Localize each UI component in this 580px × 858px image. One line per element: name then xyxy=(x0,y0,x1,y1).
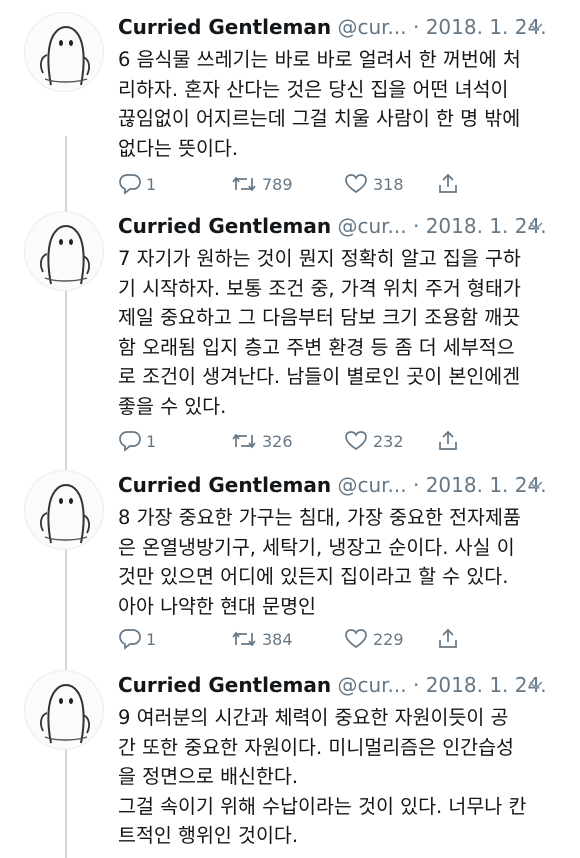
chevron-down-icon[interactable] xyxy=(528,14,544,44)
tweet-9[interactable]: Curried Gentleman @cur... · 2018. 1. 24.… xyxy=(0,670,580,858)
tweet-header: Curried Gentleman @cur... · 2018. 1. 24. xyxy=(118,470,560,500)
separator-dot: · xyxy=(412,214,420,238)
tweet-header: Curried Gentleman @cur... · 2018. 1. 24. xyxy=(118,211,560,241)
separator-dot: · xyxy=(412,473,420,497)
ghost-avatar-icon xyxy=(40,26,90,86)
author-handle[interactable]: @cur... xyxy=(337,15,406,39)
heart-icon xyxy=(345,174,367,194)
ghost-avatar-icon xyxy=(40,684,90,744)
like-button[interactable]: 232 xyxy=(343,427,404,455)
tweet-header: Curried Gentleman @cur... · 2018. 1. 24. xyxy=(118,670,560,700)
reply-icon xyxy=(119,431,141,452)
share-icon xyxy=(439,628,457,648)
reply-button[interactable]: 1 xyxy=(118,170,156,198)
share-icon xyxy=(439,430,457,450)
author-name[interactable]: Curried Gentleman xyxy=(118,15,331,39)
reply-icon xyxy=(119,629,141,650)
separator-dot: · xyxy=(412,673,420,697)
ghost-avatar-icon xyxy=(40,484,90,544)
share-button[interactable] xyxy=(436,427,464,455)
retweet-button[interactable]: 326 xyxy=(230,427,293,455)
author-handle[interactable]: @cur... xyxy=(337,214,406,238)
author-name[interactable]: Curried Gentleman xyxy=(118,214,331,238)
retweet-icon xyxy=(232,176,256,192)
heart-icon xyxy=(345,629,367,649)
heart-icon xyxy=(345,431,367,451)
tweet-header: Curried Gentleman @cur... · 2018. 1. 24. xyxy=(118,12,560,42)
retweet-icon xyxy=(232,433,256,449)
tweet-actions: 1 384 229 xyxy=(118,625,558,653)
reply-button[interactable]: 1 xyxy=(118,427,156,455)
share-button[interactable] xyxy=(436,625,464,653)
retweet-icon xyxy=(232,631,256,647)
author-handle[interactable]: @cur... xyxy=(337,673,406,697)
chevron-down-icon[interactable] xyxy=(528,672,544,702)
share-button[interactable] xyxy=(436,170,464,198)
avatar[interactable] xyxy=(24,670,104,750)
retweet-count: 326 xyxy=(262,431,293,451)
avatar[interactable] xyxy=(24,211,104,291)
tweet-8[interactable]: Curried Gentleman @cur... · 2018. 1. 24.… xyxy=(0,470,580,660)
tweet-text: 6 음식물 쓰레기는 바로 바로 얼려서 한 꺼번에 처 리하자. 혼자 산다는… xyxy=(118,48,521,160)
reply-icon xyxy=(119,174,141,195)
tweet-text: 7 자기가 원하는 것이 뭔지 정확히 알고 집을 구하 기 시작하자. 보통 … xyxy=(118,247,521,418)
author-handle[interactable]: @cur... xyxy=(337,473,406,497)
like-button[interactable]: 318 xyxy=(343,170,404,198)
author-name[interactable]: Curried Gentleman xyxy=(118,473,331,497)
tweet-actions: 1 789 318 xyxy=(118,170,558,198)
reply-count: 1 xyxy=(146,174,157,194)
chevron-down-icon[interactable] xyxy=(528,213,544,243)
avatar[interactable] xyxy=(24,12,104,92)
separator-dot: · xyxy=(412,15,420,39)
avatar[interactable] xyxy=(24,470,104,550)
retweet-button[interactable]: 789 xyxy=(230,170,293,198)
tweet-7[interactable]: Curried Gentleman @cur... · 2018. 1. 24.… xyxy=(0,211,580,461)
like-count: 229 xyxy=(373,629,404,649)
ghost-avatar-icon xyxy=(40,225,90,285)
retweet-count: 789 xyxy=(262,174,293,194)
tweet-text: 9 여러분의 시간과 체력이 중요한 자원이듯이 공 간 또한 중요한 자원이다… xyxy=(118,706,527,847)
share-icon xyxy=(439,173,457,193)
reply-count: 1 xyxy=(146,431,157,451)
tweet-6[interactable]: Curried Gentleman @cur... · 2018. 1. 24.… xyxy=(0,12,580,202)
reply-button[interactable]: 1 xyxy=(118,625,156,653)
tweet-actions: 1 326 232 xyxy=(118,427,558,455)
like-button[interactable]: 229 xyxy=(343,625,404,653)
retweet-count: 384 xyxy=(262,629,293,649)
chevron-down-icon[interactable] xyxy=(528,472,544,502)
like-count: 232 xyxy=(373,431,404,451)
retweet-button[interactable]: 384 xyxy=(230,625,293,653)
author-name[interactable]: Curried Gentleman xyxy=(118,673,331,697)
tweet-text: 8 가장 중요한 가구는 침대, 가장 중요한 전자제품 은 온열냉방기구, 세… xyxy=(118,506,521,618)
like-count: 318 xyxy=(373,174,404,194)
reply-count: 1 xyxy=(146,629,157,649)
